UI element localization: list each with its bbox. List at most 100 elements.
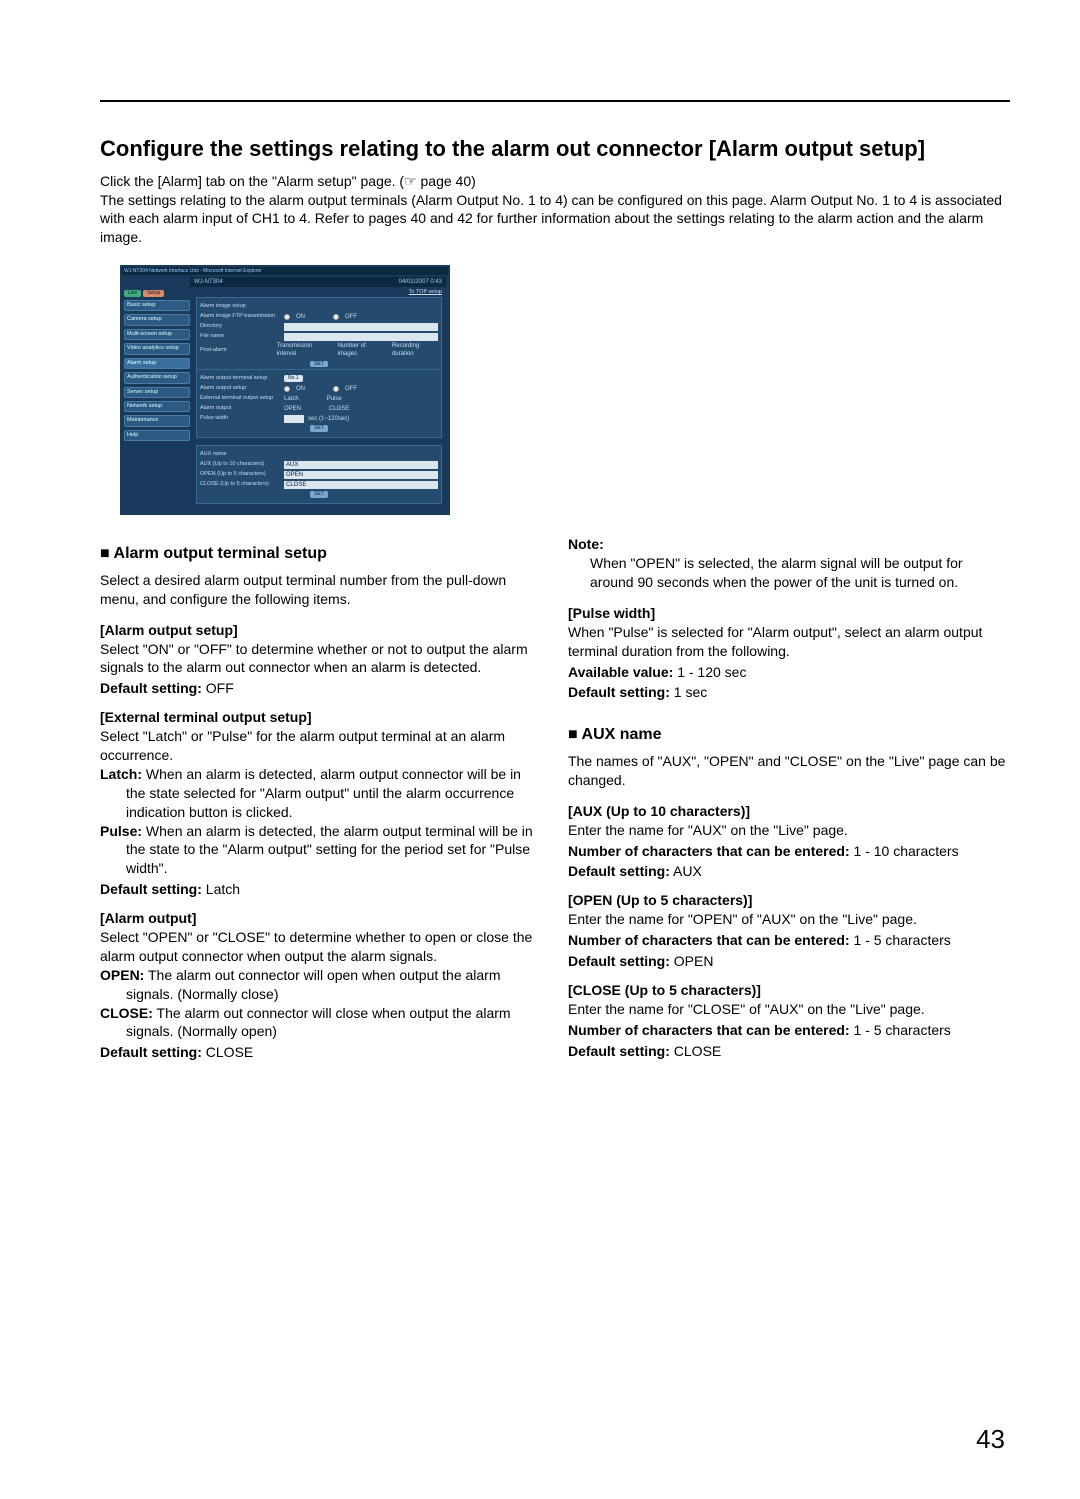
h-aux10: [AUX (Up to 10 characters)]	[568, 802, 1010, 821]
open-field[interactable]: OPEN	[284, 471, 438, 479]
h-alarm-output: [Alarm output]	[100, 909, 542, 928]
k: Default setting:	[568, 1043, 670, 1059]
terminal-lead: Select a desired alarm output terminal n…	[100, 571, 542, 609]
unit: sec (1~120sec)	[308, 415, 349, 423]
tab-setup[interactable]: Setup	[143, 290, 164, 297]
alarm-output-lead: Select "OPEN" or "CLOSE" to determine wh…	[100, 928, 542, 966]
left-column: Alarm output terminal setup Select a des…	[100, 535, 542, 1062]
k: Number of characters that can be entered…	[568, 932, 850, 948]
aux-field[interactable]: AUX	[284, 461, 438, 469]
h-pulse: [Pulse width]	[568, 604, 1010, 623]
window-title: WJ-NT304 Network Interface Unit - Micros…	[122, 267, 448, 275]
v: CLOSE	[670, 1043, 721, 1059]
section-aux-name: AUX name	[568, 724, 1010, 746]
k: Default setting:	[568, 684, 670, 700]
k: Number of characters that can be entered…	[568, 843, 850, 859]
alarm-output-setup-body: Select "ON" or "OFF" to determine whethe…	[100, 640, 542, 678]
sidebar-item[interactable]: Help	[124, 430, 190, 441]
note-title: Note:	[568, 535, 1010, 554]
p2-r1: Alarm output setup	[200, 385, 280, 392]
p1-r3: File name	[200, 333, 280, 340]
sidebar-item[interactable]: Basic setup	[124, 300, 190, 311]
v: Latch	[202, 881, 240, 897]
p1-title: Alarm image setup	[200, 303, 280, 310]
sidebar-item[interactable]: Maintenance	[124, 415, 190, 426]
c2: Number of images	[338, 342, 383, 358]
p3-r1: AUX (Up to 10 characters)	[200, 461, 280, 468]
terminal-select[interactable]: No.1	[284, 375, 303, 382]
sidebar-item[interactable]: Alarm setup	[124, 358, 190, 369]
v: AUX	[670, 863, 702, 879]
pulse-width-field[interactable]	[284, 415, 304, 423]
p3-r3: CLOSE (Up to 5 characters)	[200, 481, 280, 488]
alarm-output-setup-default: Default setting: OFF	[100, 679, 542, 698]
v: 1 - 5 characters	[850, 932, 951, 948]
pulse-default: Default setting: 1 sec	[568, 683, 1010, 702]
v: 1 - 120 sec	[673, 664, 746, 680]
radio[interactable]	[333, 386, 339, 392]
aux10-num: Number of characters that can be entered…	[568, 842, 1010, 861]
sidebar-item[interactable]: Server setup	[124, 387, 190, 398]
ext-default: Default setting: Latch	[100, 880, 542, 899]
topright-link[interactable]: To TOP setup	[409, 289, 442, 296]
model: WJ-NT304	[194, 279, 223, 285]
on: ON	[296, 385, 305, 393]
filename-field[interactable]	[284, 333, 438, 341]
sidebar-item[interactable]: Network setup	[124, 401, 190, 412]
sidebar-item[interactable]: Multi-screen setup	[124, 329, 190, 340]
sidebar-item[interactable]: Video analytics setup	[124, 343, 190, 354]
page-number: 43	[976, 1422, 1005, 1457]
close-field[interactable]: CLOSE	[284, 481, 438, 489]
date: 04/01/2007 0:43	[399, 278, 442, 286]
sidebar-item[interactable]: Camera setup	[124, 314, 190, 325]
radio[interactable]	[284, 386, 290, 392]
h-open5: [OPEN (Up to 5 characters)]	[568, 891, 1010, 910]
aux-lead: The names of "AUX", "OPEN" and "CLOSE" o…	[568, 752, 1010, 790]
p2-r3: Alarm output	[200, 405, 280, 412]
v: 1 - 10 characters	[850, 843, 959, 859]
intro-paragraph: Click the [Alarm] tab on the "Alarm setu…	[100, 172, 1010, 248]
sidebar-item[interactable]: Authentication setup	[124, 372, 190, 383]
ext-latch: Latch: When an alarm is detected, alarm …	[100, 765, 542, 822]
pulse-lead: When "Pulse" is selected for "Alarm outp…	[568, 623, 1010, 661]
v: OFF	[202, 680, 234, 696]
section-alarm-output-terminal: Alarm output terminal setup	[100, 543, 542, 565]
open: OPEN	[284, 405, 301, 413]
radio[interactable]	[284, 314, 290, 320]
h-ext: [External terminal output setup]	[100, 708, 542, 727]
p1-r1: Alarm image FTP transmission	[200, 313, 280, 320]
ext-lead: Select "Latch" or "Pulse" for the alarm …	[100, 727, 542, 765]
sidebar: Live Setup Basic setup Camera setup Mult…	[124, 287, 190, 444]
aux10-default: Default setting: AUX	[568, 862, 1010, 881]
set-button[interactable]: SET	[310, 491, 328, 498]
v: 1 sec	[670, 684, 707, 700]
k: Default setting:	[100, 680, 202, 696]
directory-field[interactable]	[284, 323, 438, 331]
right-column: Note: When "OPEN" is selected, the alarm…	[568, 535, 1010, 1062]
set-button[interactable]: SET	[310, 361, 328, 368]
off: OFF	[345, 385, 357, 393]
open5-default: Default setting: OPEN	[568, 952, 1010, 971]
v: OPEN	[670, 953, 714, 969]
page-title: Configure the settings relating to the a…	[100, 134, 1010, 164]
alarm-output-close: CLOSE: The alarm out connector will clos…	[100, 1004, 542, 1042]
latch: Latch	[284, 395, 299, 403]
settings-screenshot: WJ-NT304 Network Interface Unit - Micros…	[120, 265, 450, 515]
pulse-available: Available value: 1 - 120 sec	[568, 663, 1010, 682]
set-button[interactable]: SET	[310, 425, 328, 432]
tab-live[interactable]: Live	[124, 290, 141, 297]
intro-body: The settings relating to the alarm outpu…	[100, 192, 1002, 246]
close5-default: Default setting: CLOSE	[568, 1042, 1010, 1061]
alarm-output-default: Default setting: CLOSE	[100, 1043, 542, 1062]
close5-lead: Enter the name for "CLOSE" of "AUX" on t…	[568, 1000, 1010, 1019]
p3-title: AUX name	[200, 451, 280, 458]
p2-r2: External terminal output setup	[200, 395, 280, 402]
open5-lead: Enter the name for "OPEN" of "AUX" on th…	[568, 910, 1010, 929]
model-bar: WJ-NT304 04/01/2007 0:43	[190, 277, 446, 287]
radio[interactable]	[333, 314, 339, 320]
off: OFF	[345, 313, 357, 321]
k: Default setting:	[100, 881, 202, 897]
k: Default setting:	[568, 953, 670, 969]
ext-pulse: Pulse: When an alarm is detected, the al…	[100, 822, 542, 879]
c3: Recording duration	[392, 342, 438, 358]
